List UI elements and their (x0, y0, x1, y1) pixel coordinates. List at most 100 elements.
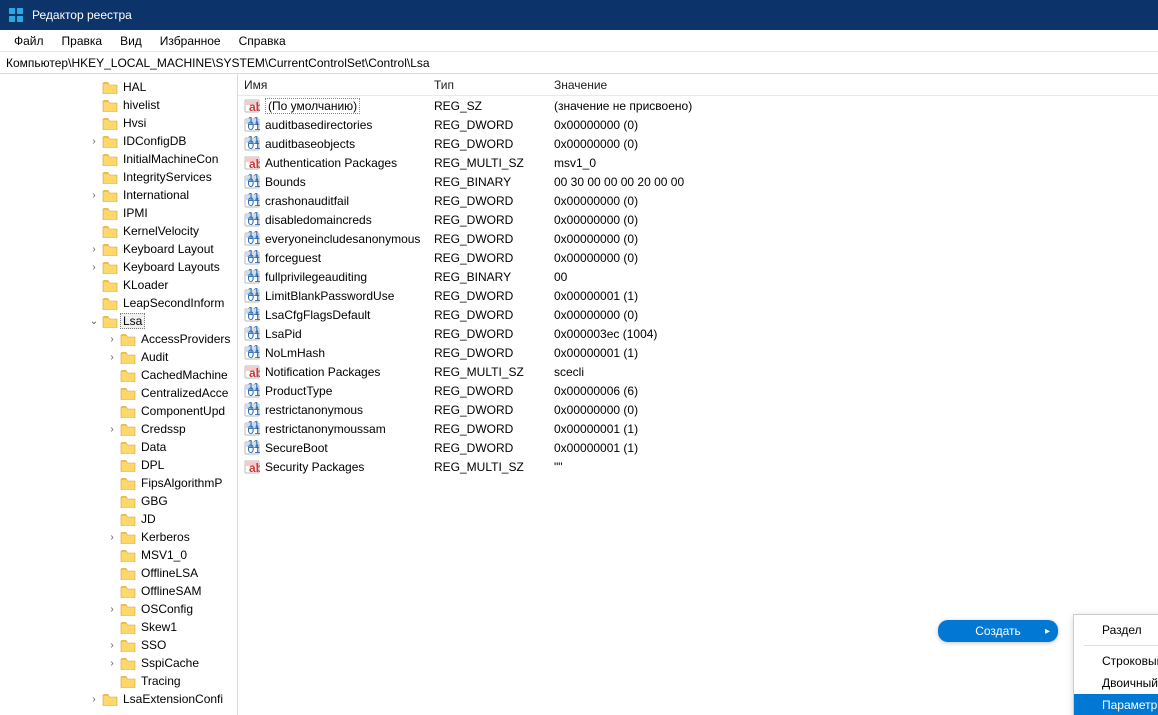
tree-item[interactable]: CentralizedAcce (0, 384, 237, 402)
chevron-right-icon[interactable]: › (104, 424, 120, 435)
tree-item[interactable]: ›LsaExtensionConfi (0, 690, 237, 708)
tree-item[interactable]: IPMI (0, 204, 237, 222)
chevron-right-icon[interactable]: › (104, 658, 120, 669)
submenu-create[interactable]: Создать ▸ (938, 620, 1058, 642)
folder-icon (102, 152, 118, 166)
folder-icon (120, 584, 136, 598)
value-row[interactable]: SecureBootREG_DWORD0x00000001 (1) (238, 438, 1158, 457)
tree-item[interactable]: DPL (0, 456, 237, 474)
tree-item[interactable]: IntegrityServices (0, 168, 237, 186)
tree-item[interactable]: ›Credssp (0, 420, 237, 438)
context-menu-item[interactable]: Строковый параметр (1074, 650, 1158, 672)
value-row[interactable]: Security PackagesREG_MULTI_SZ"" (238, 457, 1158, 476)
col-header-type[interactable]: Тип (428, 78, 548, 92)
value-data: 0x00000000 (0) (548, 137, 1158, 151)
value-row[interactable]: restrictanonymoussamREG_DWORD0x00000001 … (238, 419, 1158, 438)
chevron-right-icon[interactable]: › (104, 334, 120, 345)
chevron-right-icon[interactable]: › (86, 190, 102, 201)
tree-item[interactable]: ⌄Lsa (0, 312, 237, 330)
tree-item[interactable]: ›SspiCache (0, 654, 237, 672)
menu-item-0[interactable]: Файл (6, 32, 52, 50)
value-row[interactable]: crashonauditfailREG_DWORD0x00000000 (0) (238, 191, 1158, 210)
chevron-right-icon[interactable]: › (86, 262, 102, 273)
menu-item-3[interactable]: Избранное (152, 32, 229, 50)
tree-item[interactable]: FipsAlgorithmP (0, 474, 237, 492)
value-row[interactable]: restrictanonymousREG_DWORD0x00000000 (0) (238, 400, 1158, 419)
list-header[interactable]: Имя Тип Значение (238, 74, 1158, 96)
menu-item-1[interactable]: Правка (54, 32, 111, 50)
tree-item[interactable]: hivelist (0, 96, 237, 114)
addressbar[interactable]: Компьютер\HKEY_LOCAL_MACHINE\SYSTEM\Curr… (0, 52, 1158, 74)
tree-item[interactable]: HAL (0, 78, 237, 96)
splitter[interactable] (233, 74, 238, 715)
value-row[interactable]: auditbasedirectoriesREG_DWORD0x00000000 … (238, 115, 1158, 134)
tree-item[interactable]: ›International (0, 186, 237, 204)
value-row[interactable]: auditbaseobjectsREG_DWORD0x00000000 (0) (238, 134, 1158, 153)
value-type: REG_MULTI_SZ (428, 460, 548, 474)
value-row[interactable]: (По умолчанию)REG_SZ(значение не присвое… (238, 96, 1158, 115)
tree-item[interactable]: ›AccessProviders (0, 330, 237, 348)
value-row[interactable]: Authentication PackagesREG_MULTI_SZmsv1_… (238, 153, 1158, 172)
tree-item[interactable]: KernelVelocity (0, 222, 237, 240)
tree-item[interactable]: ›Keyboard Layout (0, 240, 237, 258)
menu-item-2[interactable]: Вид (112, 32, 150, 50)
tree-panel[interactable]: HALhivelistHvsi›IDConfigDBInitialMachine… (0, 74, 238, 715)
value-row[interactable]: fullprivilegeauditingREG_BINARY00 (238, 267, 1158, 286)
tree-item[interactable]: InitialMachineCon (0, 150, 237, 168)
context-menu-item[interactable]: Двоичный параметр (1074, 672, 1158, 694)
value-row[interactable]: Notification PackagesREG_MULTI_SZscecli (238, 362, 1158, 381)
context-menu[interactable]: Раздел Строковый параметрДвоичный парамет… (1073, 614, 1158, 715)
value-name: crashonauditfail (265, 194, 349, 208)
chevron-right-icon[interactable]: › (104, 352, 120, 363)
value-row[interactable]: LsaPidREG_DWORD0x000003ec (1004) (238, 324, 1158, 343)
tree-item[interactable]: Data (0, 438, 237, 456)
value-type: REG_DWORD (428, 213, 548, 227)
tree-item[interactable]: GBG (0, 492, 237, 510)
tree-item[interactable]: CachedMachine (0, 366, 237, 384)
tree-item[interactable]: LeapSecondInform (0, 294, 237, 312)
tree-item[interactable]: ›SSO (0, 636, 237, 654)
listview-panel[interactable]: Имя Тип Значение (По умолчанию)REG_SZ(зн… (238, 74, 1158, 715)
tree-item[interactable]: Hvsi (0, 114, 237, 132)
tree-item[interactable]: JD (0, 510, 237, 528)
value-row[interactable]: forceguestREG_DWORD0x00000000 (0) (238, 248, 1158, 267)
value-name: restrictanonymous (265, 403, 363, 417)
chevron-right-icon[interactable]: › (86, 244, 102, 255)
tree-item[interactable]: Tracing (0, 672, 237, 690)
tree-item[interactable]: ›Keyboard Layouts (0, 258, 237, 276)
chevron-right-icon[interactable]: › (104, 604, 120, 615)
value-row[interactable]: everyoneincludesanonymousREG_DWORD0x0000… (238, 229, 1158, 248)
value-row[interactable]: BoundsREG_BINARY00 30 00 00 00 20 00 00 (238, 172, 1158, 191)
chevron-down-icon[interactable]: ⌄ (86, 316, 102, 327)
context-menu-item[interactable]: Параметр DWORD (32 бита) (1074, 694, 1158, 715)
tree-item[interactable]: KLoader (0, 276, 237, 294)
chevron-right-icon[interactable]: › (86, 694, 102, 705)
tree-item[interactable]: ›OSConfig (0, 600, 237, 618)
value-name: (По умолчанию) (265, 98, 360, 114)
chevron-right-icon[interactable]: › (104, 640, 120, 651)
tree-item[interactable]: ComponentUpd (0, 402, 237, 420)
menu-item-4[interactable]: Справка (231, 32, 294, 50)
value-row[interactable]: disabledomaincredsREG_DWORD0x00000000 (0… (238, 210, 1158, 229)
value-row[interactable]: ProductTypeREG_DWORD0x00000006 (6) (238, 381, 1158, 400)
tree-item-label: InitialMachineCon (120, 151, 221, 167)
value-type: REG_DWORD (428, 194, 548, 208)
tree-item[interactable]: ›Kerberos (0, 528, 237, 546)
chevron-right-icon[interactable]: › (104, 532, 120, 543)
tree-item[interactable]: MSV1_0 (0, 546, 237, 564)
tree-item[interactable]: OfflineLSA (0, 564, 237, 582)
value-row[interactable]: NoLmHashREG_DWORD0x00000001 (1) (238, 343, 1158, 362)
value-row[interactable]: LsaCfgFlagsDefaultREG_DWORD0x00000000 (0… (238, 305, 1158, 324)
chevron-right-icon[interactable]: › (86, 136, 102, 147)
tree-item[interactable]: Skew1 (0, 618, 237, 636)
value-row[interactable]: LimitBlankPasswordUseREG_DWORD0x00000001… (238, 286, 1158, 305)
col-header-name[interactable]: Имя (238, 78, 428, 92)
folder-icon (102, 206, 118, 220)
context-menu-item[interactable]: Раздел (1074, 619, 1158, 641)
col-header-data[interactable]: Значение (548, 78, 1158, 92)
tree-item[interactable]: ›IDConfigDB (0, 132, 237, 150)
tree-item[interactable]: ›Audit (0, 348, 237, 366)
folder-icon (102, 224, 118, 238)
tree-item-label: KLoader (120, 277, 171, 293)
tree-item[interactable]: OfflineSAM (0, 582, 237, 600)
